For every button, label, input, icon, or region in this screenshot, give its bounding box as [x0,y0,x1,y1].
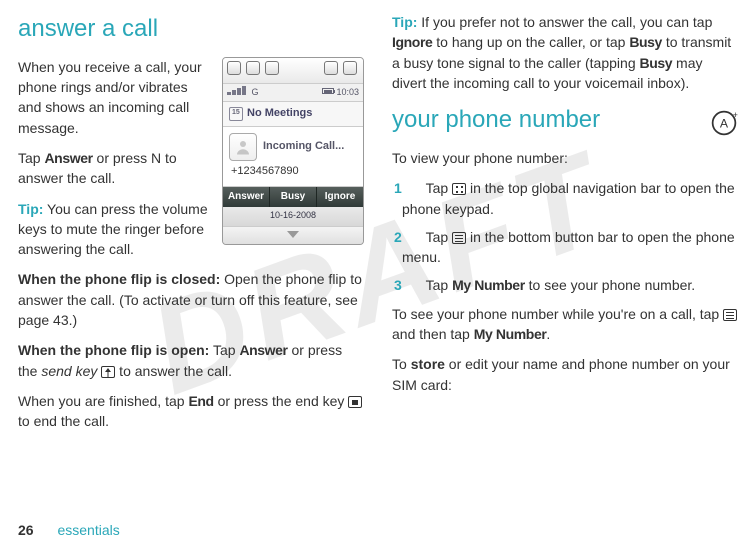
flip-closed-label: When the phone flip is closed: [18,271,220,287]
text: to hang up on the caller, or tap [432,34,629,50]
phone-nav-icon [324,61,338,75]
phone-frame: G 10:03 No Meetings I [222,57,364,245]
phone-busy-button[interactable]: Busy [270,187,317,208]
text: Tap [18,150,44,166]
no-meetings-label: No Meetings [247,106,312,122]
tip-label: Tip: [392,14,417,30]
flip-closed-paragraph: When the phone flip is closed: Open the … [18,269,364,330]
phone-no-meetings: No Meetings [223,102,363,127]
busy-label: Busy [640,55,673,71]
my-number-label: My Number [452,277,525,293]
heading-answer-call: answer a call [18,12,364,47]
step-text: to see your phone number. [525,277,695,293]
answer-label: Answer [44,150,92,166]
signal-icon: G [227,86,259,99]
phone-call-buttons: Answer Busy Ignore [223,187,363,208]
step-1: 1 Tap in the top global navigation bar t… [398,178,738,219]
section-icon: A+ [710,109,738,142]
step-3: 3 Tap My Number to see your phone number… [398,275,738,295]
end-call-paragraph: When you are finished, tap End or press … [18,391,364,432]
svg-text:+: + [733,110,738,120]
phone-bottom-bar [223,226,363,244]
phone-nav-icon [265,61,279,75]
phone-nav-icon [246,61,260,75]
store-label: store [411,356,445,372]
text: To [392,356,411,372]
text: Tap [426,277,452,293]
send-key-label: send key [41,363,97,379]
phone-nav-icon [227,61,241,75]
tip-ignore-busy: Tip: If you prefer not to answer the cal… [392,12,738,93]
caller-number: +1234567890 [229,161,357,182]
flip-open-paragraph: When the phone flip is open: Tap Answer … [18,340,364,381]
phone-statusbar: G 10:03 [223,84,363,102]
svg-text:A: A [720,116,729,130]
phone-clock: 10:03 [336,87,359,97]
text: . [546,326,550,342]
my-number-label: My Number [474,326,547,342]
intro-paragraph: When you receive a call, your phone ring… [18,57,212,138]
text: Tap [209,342,239,358]
tip-mute: Tip: You can press the volume keys to mu… [18,199,212,260]
on-call-paragraph: To see your phone number while you're on… [392,304,738,345]
phone-ignore-button[interactable]: Ignore [317,187,363,208]
text: When you are finished, tap [18,393,188,409]
phone-nav-icon [343,61,357,75]
busy-label: Busy [629,34,662,50]
ignore-label: Ignore [392,34,432,50]
step-number: 2 [398,227,410,247]
answer-instruction: Tap Answer or press N to answer the call… [18,148,212,189]
page-content: answer a call G [0,0,756,546]
heading-your-phone-number: your phone number [392,103,600,138]
caller-avatar-icon [229,133,257,161]
text: Tap [426,229,452,245]
text: If you prefer not to answer the call, yo… [417,14,712,30]
text: and then tap [392,326,474,342]
view-number-intro: To view your phone number: [392,148,738,168]
text: to answer the call. [115,363,232,379]
phone-incoming-panel: Incoming Call... +1234567890 [223,127,363,187]
keypad-icon [452,183,466,195]
phone-answer-button[interactable]: Answer [223,187,270,208]
end-label: End [188,393,213,409]
send-key-icon [101,366,115,378]
incoming-call-label: Incoming Call... [263,139,344,155]
menu-icon [452,232,466,244]
battery-icon [322,88,334,94]
right-column: Tip: If you prefer not to answer the cal… [392,12,738,538]
answer-label: Answer [239,342,287,358]
step-number: 1 [398,178,410,198]
text: to end the call. [18,413,109,429]
text: or press the end key [214,393,349,409]
phone-date: 10-16-2008 [223,207,363,226]
left-column: answer a call G [18,12,364,538]
phone-screenshot: G 10:03 No Meetings I [222,57,364,245]
text: Tap [426,180,452,196]
text: To see your phone number while you're on… [392,306,723,322]
menu-icon [723,309,737,321]
calendar-icon [229,107,243,121]
flip-open-label: When the phone flip is open: [18,342,209,358]
end-key-icon [348,396,362,408]
step-number: 3 [398,275,410,295]
step-2: 2 Tap in the bottom button bar to open t… [398,227,738,268]
tip-text: You can press the volume keys to mute th… [18,201,208,258]
tip-label: Tip: [18,201,43,217]
store-paragraph: To store or edit your name and phone num… [392,354,738,395]
phone-top-icons [223,58,363,84]
